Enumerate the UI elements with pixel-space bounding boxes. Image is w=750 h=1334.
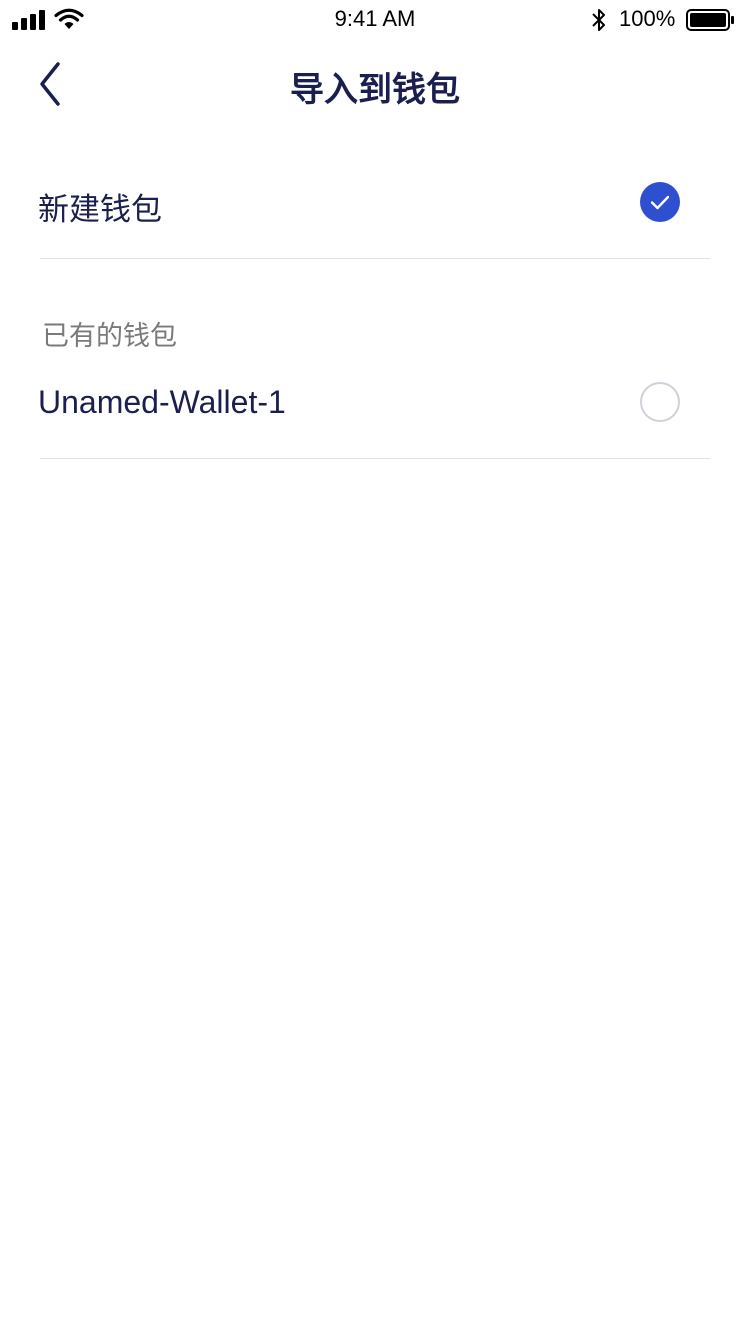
wallet-option-unamed-wallet-1[interactable]: Unamed-Wallet-1 bbox=[0, 360, 750, 458]
battery-percent: 100% bbox=[619, 6, 676, 31]
divider bbox=[40, 258, 710, 259]
bluetooth-icon bbox=[592, 9, 605, 31]
new-wallet-option[interactable]: 新建钱包 bbox=[0, 160, 750, 258]
radio-checked-icon[interactable] bbox=[640, 182, 680, 222]
wallet-label: Unamed-Wallet-1 bbox=[38, 384, 286, 420]
new-wallet-label: 新建钱包 bbox=[38, 192, 162, 228]
battery-icon bbox=[686, 9, 734, 31]
page-title: 导入到钱包 bbox=[290, 70, 460, 110]
checkmark-icon bbox=[650, 195, 670, 210]
existing-wallets-header: 已有的钱包 bbox=[42, 321, 177, 352]
divider bbox=[40, 458, 710, 459]
radio-unchecked-icon[interactable] bbox=[640, 382, 680, 422]
status-bar: 9:41 AM 100% bbox=[0, 0, 750, 40]
